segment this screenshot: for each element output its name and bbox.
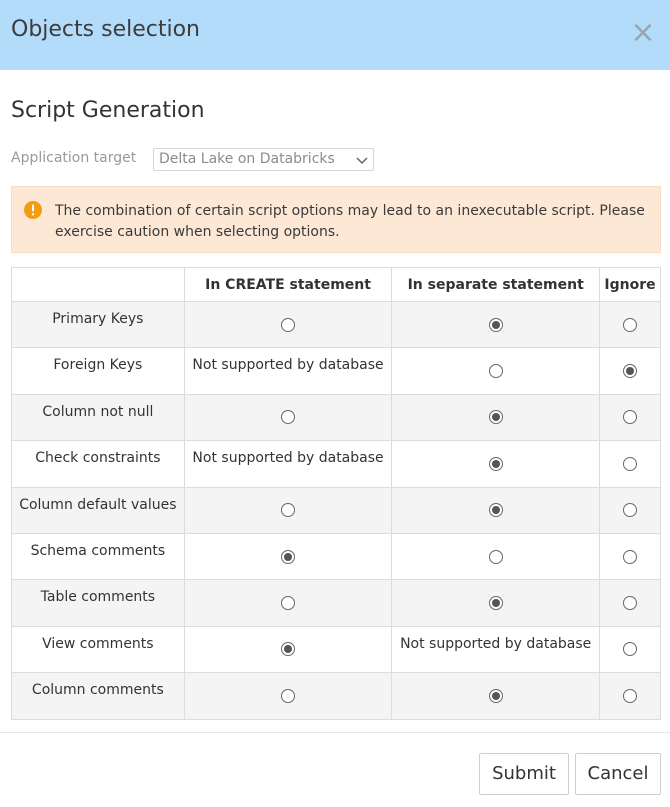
radio-cell-in-separate bbox=[391, 486, 600, 534]
radio-cell-ignore bbox=[599, 579, 661, 627]
not-supported-text: Not supported by database bbox=[183, 440, 393, 488]
radio-cell-in-separate bbox=[391, 347, 600, 395]
radio-button[interactable] bbox=[281, 596, 296, 611]
radio-button[interactable] bbox=[281, 503, 296, 518]
radio-cell-ignore bbox=[599, 347, 661, 395]
radio-button[interactable] bbox=[623, 410, 637, 425]
option-name-cell: Table comments bbox=[11, 579, 185, 627]
radio-cell-in-separate bbox=[391, 672, 600, 720]
script-options-table: In CREATE statement In separate statemen… bbox=[11, 267, 661, 720]
radio-cell-in-create bbox=[183, 672, 393, 720]
close-button[interactable]: × bbox=[630, 18, 656, 48]
radio-button[interactable] bbox=[623, 456, 637, 471]
option-name-cell: Schema comments bbox=[11, 532, 185, 581]
radio-cell-ignore bbox=[599, 532, 661, 581]
radio-button[interactable] bbox=[623, 549, 637, 564]
warning-circle-icon bbox=[24, 201, 42, 219]
option-name-cell: Column default values bbox=[11, 486, 185, 534]
radio-button[interactable] bbox=[623, 596, 637, 611]
radio-button[interactable] bbox=[281, 317, 296, 332]
radio-button-selected[interactable] bbox=[488, 410, 503, 425]
radio-cell-ignore bbox=[599, 300, 661, 349]
footer-divider bbox=[0, 732, 670, 733]
warning-alert: The combination of certain script option… bbox=[11, 186, 661, 253]
option-name-cell: Foreign Keys bbox=[11, 347, 185, 395]
radio-button[interactable] bbox=[281, 410, 296, 425]
radio-cell-in-create bbox=[183, 486, 393, 534]
submit-button[interactable]: Submit bbox=[479, 753, 569, 795]
application-target-select[interactable]: Delta Lake on Databricks bbox=[153, 148, 374, 171]
column-header-ignore: Ignore bbox=[599, 267, 661, 302]
section-title: Script Generation bbox=[11, 98, 205, 123]
table-row: Primary Keys bbox=[11, 300, 661, 349]
radio-cell-in-separate bbox=[391, 532, 600, 581]
table-row: Foreign Keys Not supported by database bbox=[11, 347, 661, 395]
application-target-value[interactable]: Delta Lake on Databricks bbox=[159, 151, 335, 167]
radio-cell-in-separate bbox=[391, 579, 600, 627]
radio-cell-in-create bbox=[183, 393, 393, 442]
radio-button[interactable] bbox=[488, 364, 503, 379]
column-header-in-separate: In separate statement bbox=[391, 267, 600, 302]
radio-button[interactable] bbox=[623, 642, 637, 657]
radio-cell-in-create bbox=[183, 532, 393, 581]
radio-cell-in-separate bbox=[391, 300, 600, 349]
table-row: Column not null bbox=[11, 393, 661, 442]
option-name-cell: Primary Keys bbox=[11, 300, 185, 349]
cancel-button[interactable]: Cancel bbox=[575, 753, 661, 795]
radio-cell-in-separate bbox=[391, 440, 600, 488]
not-supported-text: Not supported by database bbox=[183, 347, 393, 395]
radio-cell-in-create bbox=[183, 625, 393, 674]
chevron-down-icon[interactable] bbox=[356, 154, 368, 166]
radio-button-selected[interactable] bbox=[281, 642, 296, 657]
table-row: View comments Not supported by database bbox=[11, 625, 661, 674]
radio-cell-ignore bbox=[599, 440, 661, 488]
option-name-cell: Column not null bbox=[11, 393, 185, 442]
table-row: Schema comments bbox=[11, 532, 661, 581]
table-row: Table comments bbox=[11, 579, 661, 627]
radio-button-selected[interactable] bbox=[488, 688, 503, 703]
radio-cell-ignore bbox=[599, 393, 661, 442]
warning-text: The combination of certain script option… bbox=[55, 203, 645, 240]
radio-button-selected[interactable] bbox=[488, 317, 503, 332]
application-target-label: Application target bbox=[11, 150, 137, 166]
radio-button[interactable] bbox=[623, 503, 637, 518]
dialog-header: Objects selection × bbox=[0, 0, 670, 70]
radio-button[interactable] bbox=[281, 688, 296, 703]
radio-cell-in-create bbox=[183, 579, 393, 627]
radio-cell-in-create bbox=[183, 300, 393, 349]
radio-button-selected[interactable] bbox=[623, 364, 637, 379]
option-name-cell: View comments bbox=[11, 625, 185, 674]
radio-button[interactable] bbox=[623, 688, 637, 703]
radio-cell-ignore bbox=[599, 486, 661, 534]
radio-button-selected[interactable] bbox=[488, 596, 503, 611]
column-header-in-create: In CREATE statement bbox=[183, 267, 393, 302]
option-name-cell: Check constraints bbox=[11, 440, 185, 488]
column-header-option bbox=[11, 267, 185, 302]
radio-cell-ignore bbox=[599, 672, 661, 720]
table-row: Column comments bbox=[11, 672, 661, 720]
radio-button-selected[interactable] bbox=[488, 456, 503, 471]
radio-button[interactable] bbox=[488, 549, 503, 564]
radio-cell-ignore bbox=[599, 625, 661, 674]
table-row: Column default values bbox=[11, 486, 661, 534]
table-row: Check constraints Not supported by databa… bbox=[11, 440, 661, 488]
radio-button-selected[interactable] bbox=[281, 549, 296, 564]
radio-button-selected[interactable] bbox=[488, 503, 503, 518]
close-icon[interactable]: × bbox=[630, 15, 655, 50]
radio-button[interactable] bbox=[623, 317, 637, 332]
table-header-row: In CREATE statement In separate statemen… bbox=[11, 267, 661, 302]
dialog-title: Objects selection bbox=[11, 17, 200, 42]
radio-cell-in-separate bbox=[391, 393, 600, 442]
not-supported-text: Not supported by database bbox=[391, 625, 600, 674]
option-name-cell: Column comments bbox=[11, 672, 185, 720]
